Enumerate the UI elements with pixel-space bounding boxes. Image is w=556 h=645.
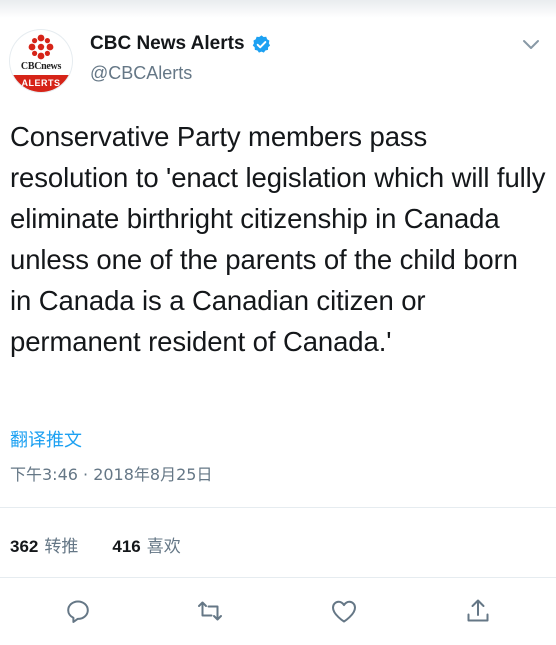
reply-icon <box>67 600 89 623</box>
share-icon <box>467 599 489 622</box>
tweet-timestamp[interactable]: 下午3:46 · 2018年8月25日 <box>10 461 212 485</box>
retweet-icon <box>198 601 222 621</box>
like-button[interactable] <box>329 596 359 626</box>
retweets-stat[interactable]: 362 转推 <box>10 532 78 557</box>
tweet-text: Conservative Party members pass resoluti… <box>10 121 546 357</box>
likes-stat[interactable]: 416 喜欢 <box>112 532 180 557</box>
display-name[interactable]: CBC News Alerts <box>90 33 272 55</box>
verified-badge-icon <box>252 34 270 53</box>
heart-icon <box>332 600 356 623</box>
top-edge-shadow <box>0 0 556 18</box>
divider <box>0 507 556 508</box>
avatar-brand-text: CBCnews <box>20 61 62 72</box>
translate-tweet-link[interactable]: 翻译推文 <box>10 426 82 452</box>
share-button[interactable] <box>463 596 493 626</box>
chevron-down-icon[interactable] <box>520 36 542 54</box>
avatar-alerts-badge: ALERTS <box>10 75 72 92</box>
retweet-button[interactable] <box>195 596 225 626</box>
tweet-stats: 362 转推 416 喜欢 <box>10 532 181 557</box>
display-name-text[interactable]: CBC News Alerts <box>90 33 245 55</box>
likes-count: 416 <box>112 537 141 556</box>
account-handle[interactable]: @CBCAlerts <box>90 63 192 84</box>
retweets-label: 转推 <box>44 537 79 557</box>
reply-button[interactable] <box>63 596 93 626</box>
tweet-actions-bar <box>0 596 556 630</box>
divider <box>0 577 556 578</box>
cbc-gem-logo-icon <box>28 34 54 60</box>
avatar[interactable]: CBCnews ALERTS <box>10 30 72 92</box>
retweets-count: 362 <box>10 537 39 556</box>
likes-label: 喜欢 <box>146 537 181 557</box>
